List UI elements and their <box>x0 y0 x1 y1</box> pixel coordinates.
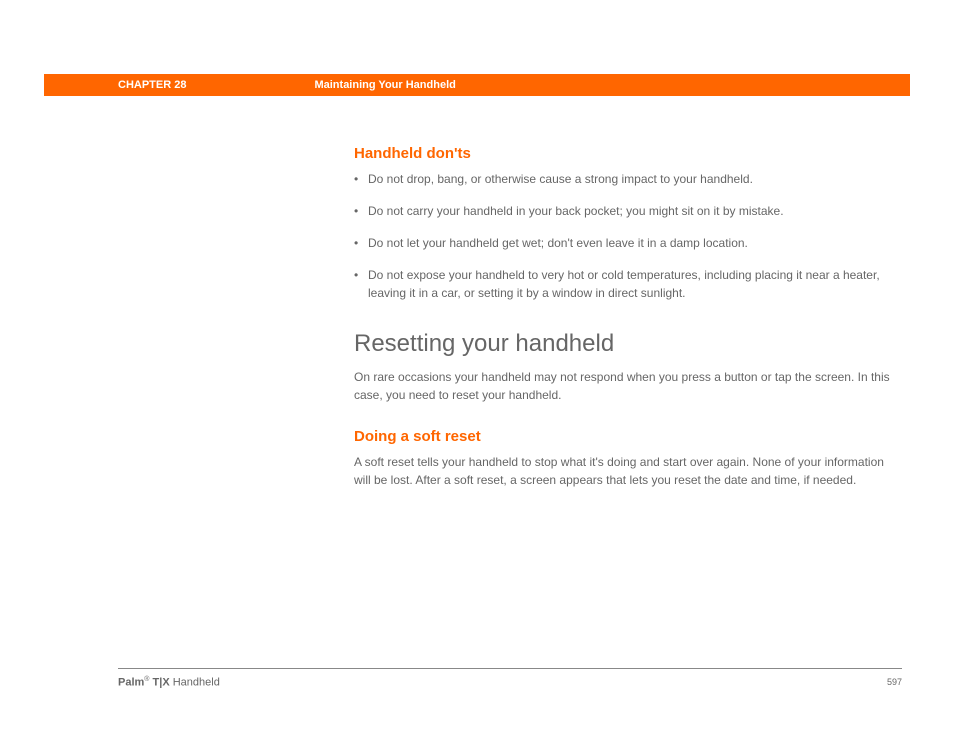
donts-item: Do not let your handheld get wet; don't … <box>354 234 902 252</box>
donts-item: Do not carry your handheld in your back … <box>354 202 902 220</box>
footer-brand-suffix: Handheld <box>170 677 220 689</box>
resetting-heading: Resetting your handheld <box>354 330 902 358</box>
chapter-label: CHAPTER 28 <box>118 79 186 91</box>
footer-brand-model: T|X <box>149 677 169 689</box>
header-title: Maintaining Your Handheld <box>314 79 455 91</box>
page-content: Handheld don'ts Do not drop, bang, or ot… <box>354 145 902 513</box>
footer-divider <box>118 668 902 669</box>
donts-list: Do not drop, bang, or otherwise cause a … <box>354 170 902 302</box>
footer: Palm® T|X Handheld 597 <box>118 676 902 689</box>
softreset-text: A soft reset tells your handheld to stop… <box>354 453 902 489</box>
donts-item: Do not expose your handheld to very hot … <box>354 266 902 302</box>
page-number: 597 <box>887 677 902 687</box>
softreset-heading: Doing a soft reset <box>354 428 902 445</box>
donts-heading: Handheld don'ts <box>354 145 902 162</box>
donts-item: Do not drop, bang, or otherwise cause a … <box>354 170 902 188</box>
footer-brand: Palm® T|X Handheld <box>118 676 220 689</box>
header-bar: CHAPTER 28 Maintaining Your Handheld <box>44 74 910 96</box>
resetting-intro: On rare occasions your handheld may not … <box>354 368 902 404</box>
footer-brand-name: Palm <box>118 677 144 689</box>
